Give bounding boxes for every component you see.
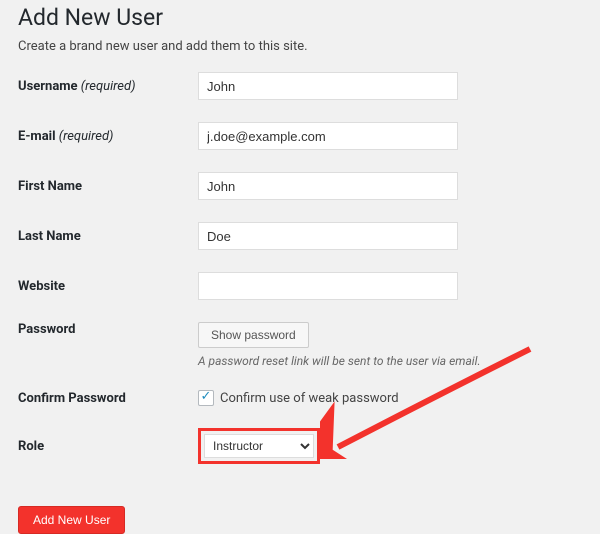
label-website: Website bbox=[18, 279, 198, 294]
page-title: Add New User bbox=[18, 4, 582, 31]
role-highlight-box: Instructor bbox=[198, 428, 320, 464]
label-email: E-mail (required) bbox=[18, 129, 198, 144]
label-confirm-password: Confirm Password bbox=[18, 391, 198, 406]
weak-password-label: Confirm use of weak password bbox=[220, 391, 399, 406]
label-first-name: First Name bbox=[18, 179, 198, 194]
row-username: Username (required) bbox=[18, 72, 582, 100]
last-name-field[interactable] bbox=[198, 222, 458, 250]
password-hint: A password reset link will be sent to th… bbox=[198, 354, 582, 368]
row-password: Password Show password A password reset … bbox=[18, 322, 582, 368]
row-role: Role Instructor bbox=[18, 428, 582, 464]
website-field[interactable] bbox=[198, 272, 458, 300]
row-confirm-password: Confirm Password Confirm use of weak pas… bbox=[18, 390, 582, 406]
row-last-name: Last Name bbox=[18, 222, 582, 250]
show-password-button[interactable]: Show password bbox=[198, 322, 309, 348]
label-username: Username (required) bbox=[18, 79, 198, 94]
label-last-name: Last Name bbox=[18, 229, 198, 244]
row-email: E-mail (required) bbox=[18, 122, 582, 150]
label-role: Role bbox=[18, 439, 198, 454]
first-name-field[interactable] bbox=[198, 172, 458, 200]
row-website: Website bbox=[18, 272, 582, 300]
add-new-user-button[interactable]: Add New User bbox=[18, 506, 125, 534]
role-select[interactable]: Instructor bbox=[204, 434, 314, 458]
username-field[interactable] bbox=[198, 72, 458, 100]
label-password: Password bbox=[18, 322, 198, 337]
weak-password-checkbox-wrap: Confirm use of weak password bbox=[198, 390, 582, 406]
email-field[interactable] bbox=[198, 122, 458, 150]
row-first-name: First Name bbox=[18, 172, 582, 200]
weak-password-checkbox[interactable] bbox=[198, 390, 214, 406]
page-subtitle: Create a brand new user and add them to … bbox=[18, 39, 582, 54]
